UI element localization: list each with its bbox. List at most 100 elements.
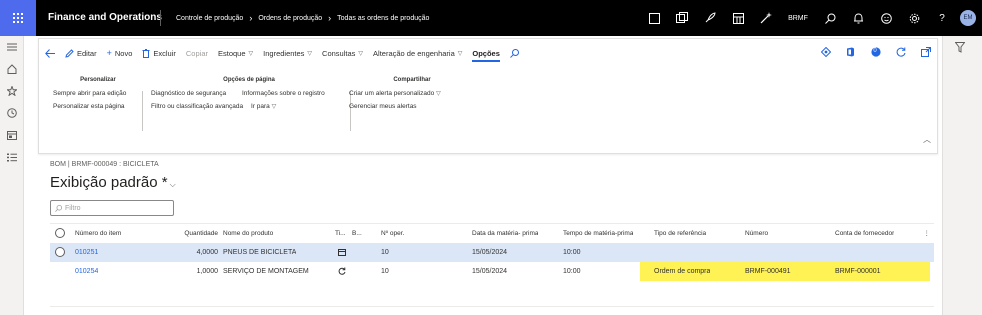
go-to-button[interactable]: Ir para ▽ <box>251 103 276 110</box>
waffle-icon <box>13 13 23 23</box>
item-number-link[interactable]: 010254 <box>75 262 98 281</box>
tab-engineering-change[interactable]: Alteração de engenharia ▽ <box>373 49 462 58</box>
breadcrumb-item-all-production-orders[interactable]: Todas as ordens de produção <box>337 15 429 22</box>
reference-type-cell[interactable]: Ordem de compra <box>654 262 710 281</box>
chevron-down-icon: ▽ <box>307 50 313 57</box>
col-oper-number[interactable]: Nº oper. <box>381 224 404 243</box>
quantity-cell[interactable]: 1,0000 <box>170 262 218 281</box>
search-icon[interactable] <box>816 0 844 36</box>
search-icon <box>510 48 519 58</box>
breadcrumb-item-production-control[interactable]: Controle de produção <box>176 15 243 22</box>
tab-stock[interactable]: Estoque ▽ <box>218 49 253 58</box>
raw-material-time-cell[interactable]: 10:00 <box>563 262 581 281</box>
tab-ingredients[interactable]: Ingredientes ▽ <box>263 49 312 58</box>
page-options-row-2: Filtro ou classificação avançada Ir para… <box>151 103 347 110</box>
product-name-cell[interactable]: PNEUS DE BICICLETA <box>223 243 296 262</box>
select-all-radio[interactable] <box>55 228 65 238</box>
new-label: Novo <box>114 48 133 58</box>
view-selector[interactable]: Exibição padrão * ⌵ <box>50 174 176 191</box>
raw-material-time-cell[interactable]: 10:00 <box>563 243 581 262</box>
edit-button[interactable]: Editar <box>65 49 97 58</box>
chevron-down-icon: ▽ <box>457 50 463 57</box>
col-raw-material-date[interactable]: Data da matéria- prima <box>472 224 538 243</box>
col-vendor-account[interactable]: Conta de fornecedor <box>835 224 894 243</box>
window-icon[interactable] <box>640 0 668 36</box>
home-icon[interactable] <box>0 58 24 80</box>
smiley-icon[interactable] <box>872 0 900 36</box>
new-button[interactable]: + Novo <box>107 48 133 58</box>
app-name[interactable]: Finance and Operations <box>48 0 162 36</box>
manage-alerts-button[interactable]: Gerenciar meus alertas <box>347 103 477 110</box>
open-in-new-window-icon[interactable] <box>668 0 696 36</box>
item-number-link[interactable]: 010251 <box>75 243 98 262</box>
col-b[interactable]: B... <box>352 224 366 243</box>
right-filter-rail <box>942 36 982 315</box>
personalize-page-button[interactable]: Personalizar esta página <box>53 103 143 110</box>
office-icon[interactable] <box>845 46 856 57</box>
filter-funnel-icon[interactable] <box>954 42 966 55</box>
more-options-icon[interactable]: ⋮ <box>924 224 931 243</box>
create-alert-button[interactable]: Criar um alerta personalizado ▽ <box>347 90 477 97</box>
group-personalize: Personalizar Sempre abrir para edição Pe… <box>53 77 143 116</box>
record-info-button[interactable]: Informações sobre o registro <box>242 90 325 97</box>
row-select-radio[interactable] <box>55 247 65 257</box>
product-name-cell[interactable]: SERVIÇO DE MONTAGEM <box>223 262 309 281</box>
top-nav-icons: BRMF ? EM <box>640 0 982 36</box>
oper-number-cell[interactable]: 10 <box>381 243 389 262</box>
raw-material-date-cell[interactable]: 15/05/2024 <box>472 262 507 281</box>
bell-icon[interactable] <box>844 0 872 36</box>
chevron-down-icon: ⌵ <box>169 180 176 189</box>
security-diagnostics-button[interactable]: Diagnóstico de segurança <box>151 90 226 97</box>
top-nav-bar: Finance and Operations Controle de produ… <box>0 0 982 36</box>
col-product-name[interactable]: Nome do produto <box>223 224 273 243</box>
grid-divider <box>50 306 934 307</box>
back-button[interactable] <box>45 48 55 58</box>
vendor-account-cell[interactable]: BRMF-000001 <box>835 262 881 281</box>
col-number[interactable]: Número <box>745 224 768 243</box>
oper-number-cell[interactable]: 10 <box>381 262 389 281</box>
raw-material-date-cell[interactable]: 15/05/2024 <box>472 243 507 262</box>
action-search-button[interactable] <box>510 48 519 58</box>
col-type[interactable]: Ti... <box>335 224 349 243</box>
tab-queries[interactable]: Consultas ▽ <box>322 49 363 58</box>
breadcrumb-item-production-orders[interactable]: Ordens de produção <box>258 15 322 22</box>
delete-label: Excluir <box>153 48 176 58</box>
bom-lines-grid: Número do item Quantidade Nome do produt… <box>50 223 934 315</box>
notification-badge[interactable]: 0 <box>870 46 881 57</box>
recent-clock-icon[interactable] <box>0 102 24 124</box>
col-raw-material-time[interactable]: Tempo de matéria-prima <box>563 224 633 243</box>
col-item-number[interactable]: Número do item <box>75 224 121 243</box>
gear-icon[interactable] <box>900 0 928 36</box>
advanced-filter-button[interactable]: Filtro ou classificação avançada <box>151 103 243 110</box>
calculator-icon[interactable] <box>724 0 752 36</box>
number-cell[interactable]: BRMF-000491 <box>745 262 791 281</box>
rocket-icon[interactable] <box>696 0 724 36</box>
table-row[interactable]: 010251 4,0000 PNEUS DE BICICLETA 10 15/0… <box>50 243 934 262</box>
workspaces-icon[interactable] <box>0 124 24 146</box>
pencil-icon <box>65 48 74 58</box>
avatar[interactable]: EM <box>960 10 976 26</box>
magic-wand-icon[interactable] <box>752 0 780 36</box>
help-icon[interactable]: ? <box>928 0 956 36</box>
delete-button[interactable]: Excluir <box>142 48 176 58</box>
always-open-edit-button[interactable]: Sempre abrir para edição <box>53 90 143 97</box>
filter-input[interactable]: Filtro <box>50 200 174 216</box>
plus-icon: + <box>106 48 112 58</box>
copy-button[interactable]: Copiar <box>186 49 208 58</box>
app-launcher-button[interactable] <box>0 0 36 36</box>
favorites-star-icon[interactable] <box>0 80 24 102</box>
col-quantity[interactable]: Quantidade <box>170 224 218 243</box>
hamburger-menu-icon[interactable] <box>0 36 24 58</box>
refresh-icon[interactable] <box>895 46 906 57</box>
col-reference-type[interactable]: Tipo de referência <box>654 224 706 243</box>
search-icon <box>55 204 62 212</box>
tab-options[interactable]: Opções <box>472 49 500 62</box>
diamond-icon[interactable] <box>820 46 831 57</box>
collapse-chevron-up-icon[interactable]: ︿ <box>923 134 931 145</box>
engineering-change-label: Alteração de engenharia <box>373 48 455 58</box>
company-selector[interactable]: BRMF <box>780 15 816 22</box>
table-row[interactable]: 010254 1,0000 SERVIÇO DE MONTAGEM 10 15/… <box>50 262 934 281</box>
open-in-new-icon[interactable] <box>920 46 931 57</box>
modules-list-icon[interactable] <box>0 146 24 168</box>
quantity-cell[interactable]: 4,0000 <box>170 243 218 262</box>
